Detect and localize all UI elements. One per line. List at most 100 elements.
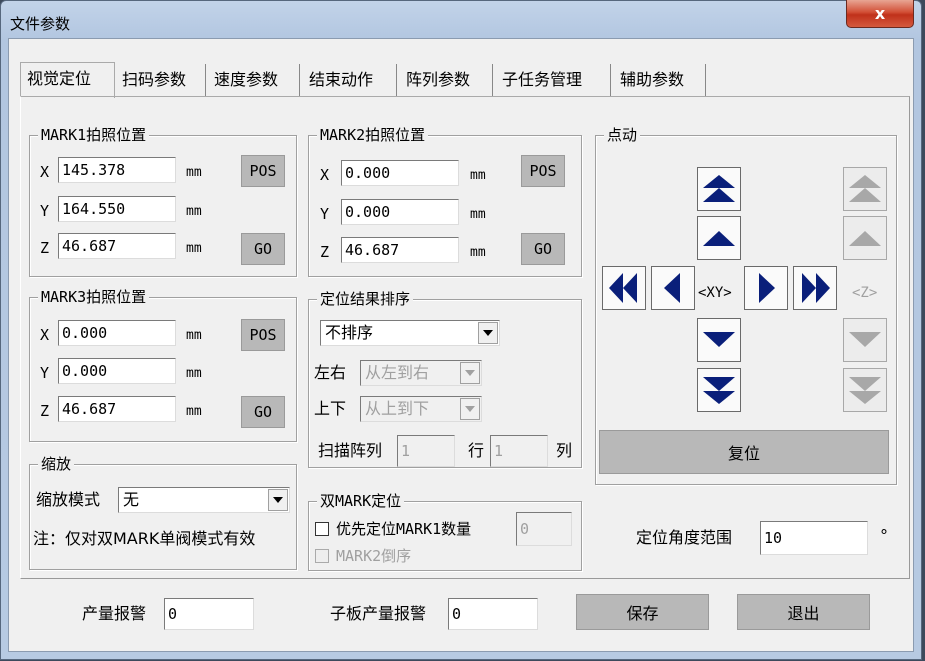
mark3-x-label: X [40, 326, 50, 344]
tab-end-action[interactable]: 结束动作 [303, 64, 397, 96]
arrow-up-icon [703, 231, 735, 246]
save-button[interactable]: 保存 [576, 594, 709, 630]
close-icon: x [874, 4, 886, 23]
zoom-mode-label: 缩放模式 [36, 490, 101, 509]
mark1-z-input[interactable]: 46.687 [58, 233, 176, 259]
exit-button[interactable]: 退出 [737, 594, 870, 630]
scan-cols-input: 1 [490, 435, 548, 467]
jog-y-fast-down-button[interactable] [697, 368, 741, 412]
mark3-pos-button[interactable]: POS [241, 319, 285, 351]
arrow-right-icon [759, 273, 775, 303]
double-arrow-up-icon [849, 175, 881, 202]
mark1-y-label: Y [40, 202, 50, 220]
angle-range-label: 定位角度范围 [636, 528, 733, 547]
mark3-x-unit: mm [186, 328, 202, 343]
jog-z-up-button [843, 216, 887, 260]
sort-mode-value: 不排序 [325, 323, 374, 342]
tab-visual-positioning[interactable]: 视觉定位 [20, 62, 115, 98]
jog-z-down-button [843, 318, 887, 362]
sort-lr-label: 左右 [314, 363, 347, 382]
zoom-mode-value: 无 [123, 490, 140, 509]
chevron-down-icon [460, 362, 480, 384]
jog-title: 点动 [604, 125, 641, 145]
close-button[interactable]: x [846, 0, 914, 28]
scan-rows-unit: 行 [468, 441, 485, 460]
jog-x-right-button[interactable] [744, 266, 788, 310]
zoom-title: 缩放 [38, 454, 75, 474]
zoom-mode-select[interactable]: 无 [118, 487, 290, 513]
arrow-left-icon [664, 273, 680, 303]
sub-output-alarm-label: 子板产量报警 [330, 604, 427, 623]
chevron-down-icon[interactable] [478, 322, 498, 344]
angle-unit: ° [880, 526, 888, 545]
output-alarm-label: 产量报警 [82, 604, 147, 623]
double-arrow-right-icon [802, 273, 830, 303]
sort-lr-select: 从左到右 [360, 360, 482, 386]
mark2-y-unit: mm [470, 207, 486, 222]
sort-title: 定位结果排序 [317, 289, 414, 309]
arrow-down-icon [703, 332, 735, 347]
mark1-z-unit: mm [186, 241, 202, 256]
mark1-y-unit: mm [186, 204, 202, 219]
tab-array-params[interactable]: 阵列参数 [400, 64, 493, 96]
mark2-y-input[interactable]: 0.000 [341, 199, 459, 225]
mark1-x-label: X [40, 163, 50, 181]
reset-button[interactable]: 复位 [599, 430, 889, 474]
arrow-down-icon [849, 332, 881, 347]
angle-range-input[interactable]: 10 [760, 521, 868, 555]
tab-subtask-management[interactable]: 子任务管理 [496, 64, 611, 96]
mark1-x-input[interactable]: 145.378 [58, 157, 176, 183]
mark1-x-unit: mm [186, 165, 202, 180]
mark2-go-button[interactable]: GO [521, 233, 565, 265]
zoom-note: 注：仅对双MARK单阀模式有效 [33, 529, 256, 548]
jog-y-fast-up-button[interactable] [697, 167, 741, 211]
jog-z-fast-up-button [843, 167, 887, 211]
mark2-x-unit: mm [470, 168, 486, 183]
mark3-title: MARK3拍照位置 [38, 287, 150, 307]
jog-z-fast-down-button [843, 368, 887, 412]
mark1-priority-input: 0 [516, 512, 572, 546]
mark2-z-unit: mm [470, 245, 486, 260]
jog-y-up-button[interactable] [697, 216, 741, 260]
mark1-priority-checkbox[interactable] [315, 522, 329, 536]
arrow-up-icon [849, 231, 881, 246]
jog-x-fast-right-button[interactable] [793, 266, 837, 310]
scan-cols-unit: 列 [556, 441, 573, 460]
sort-ud-value: 从上到下 [365, 399, 430, 418]
mark2-pos-button[interactable]: POS [521, 155, 565, 187]
dual-mark-title: 双MARK定位 [317, 491, 405, 511]
chevron-down-icon[interactable] [268, 489, 288, 511]
mark2-title: MARK2拍照位置 [317, 125, 429, 145]
mark3-x-input[interactable]: 0.000 [58, 320, 176, 346]
double-arrow-up-icon [703, 175, 735, 202]
tab-scan-params[interactable]: 扫码参数 [116, 64, 206, 96]
mark1-pos-button[interactable]: POS [241, 155, 285, 187]
double-arrow-down-icon [849, 377, 881, 404]
mark3-go-button[interactable]: GO [241, 396, 285, 428]
mark2-reverse-checkbox [315, 549, 329, 563]
jog-z-label: <Z> [852, 285, 878, 301]
mark3-z-input[interactable]: 46.687 [58, 396, 176, 422]
mark1-y-input[interactable]: 164.550 [58, 196, 176, 222]
jog-x-fast-left-button[interactable] [602, 266, 646, 310]
jog-xy-label: <XY> [698, 285, 732, 301]
mark3-y-label: Y [40, 364, 50, 382]
jog-x-left-button[interactable] [651, 266, 695, 310]
tab-aux-params[interactable]: 辅助参数 [614, 64, 706, 96]
scan-rows-input: 1 [397, 435, 455, 467]
mark3-y-unit: mm [186, 366, 202, 381]
mark3-y-input[interactable]: 0.000 [58, 358, 176, 384]
window-title: 文件参数 [10, 15, 71, 33]
jog-y-down-button[interactable] [697, 318, 741, 362]
double-arrow-down-icon [703, 377, 735, 404]
output-alarm-input[interactable]: 0 [164, 598, 254, 630]
mark2-x-input[interactable]: 0.000 [341, 160, 459, 186]
mark2-reverse-label: MARK2倒序 [336, 547, 412, 565]
sort-mode-select[interactable]: 不排序 [320, 320, 500, 346]
sort-ud-label: 上下 [314, 399, 347, 418]
sub-output-alarm-input[interactable]: 0 [448, 598, 538, 630]
tab-speed-params[interactable]: 速度参数 [208, 64, 300, 96]
mark2-z-input[interactable]: 46.687 [341, 237, 459, 263]
mark1-go-button[interactable]: GO [241, 233, 285, 265]
scan-array-label: 扫描阵列 [318, 441, 383, 460]
